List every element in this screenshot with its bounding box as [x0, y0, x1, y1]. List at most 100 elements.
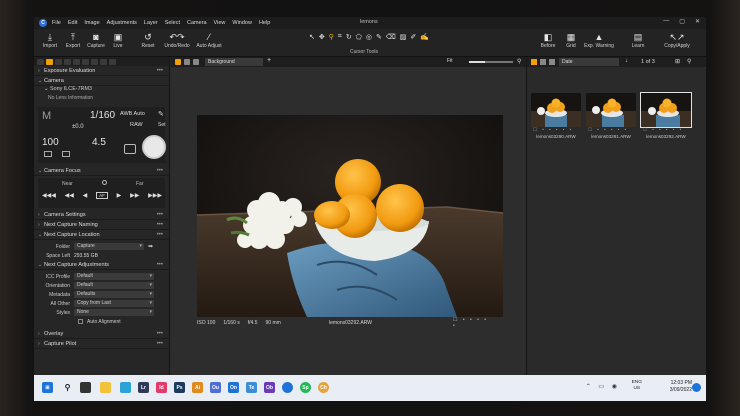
thumbnail-1-rating[interactable]: ☐ • • • • •	[529, 127, 583, 133]
menu-view[interactable]: View	[214, 20, 226, 26]
add-icon[interactable]: +	[267, 57, 271, 64]
folder-select[interactable]: Capture	[74, 243, 144, 250]
menu-camera[interactable]: Camera	[187, 20, 207, 26]
focus-far-large-icon[interactable]: ▶▶▶	[148, 192, 162, 199]
section-next-capture-naming[interactable]: › Next Capture Naming •••	[34, 220, 169, 230]
file-explorer-icon[interactable]	[100, 382, 111, 393]
all-other-select[interactable]: Copy from Last	[74, 300, 154, 307]
menu-edit[interactable]: Edit	[68, 20, 77, 26]
menu-file[interactable]: File	[52, 20, 61, 26]
focus-near-medium-icon[interactable]: ◀◀	[65, 192, 74, 199]
section-next-capture-location[interactable]: ⌄ Next Capture Location •••	[34, 230, 169, 240]
tool-tab-color[interactable]	[64, 58, 71, 65]
section-camera-focus[interactable]: ⌄ Camera Focus •••	[34, 166, 169, 176]
tool-tab-lens[interactable]	[55, 58, 62, 65]
shutter-speed[interactable]: 1/160	[90, 110, 115, 121]
focus-far-medium-icon[interactable]: ▶▶	[130, 192, 139, 199]
focus-far-small-icon[interactable]: ▶	[117, 192, 122, 199]
menu-help[interactable]: Help	[259, 20, 270, 26]
menu-select[interactable]: Select	[165, 20, 180, 26]
clock[interactable]: 12:03 PM 3/09/2022	[670, 380, 692, 394]
section-overlay[interactable]: › Overlay •••	[34, 329, 169, 339]
tool-tab-capture[interactable]	[46, 58, 53, 65]
zoom-icon[interactable]: ⚲	[517, 58, 521, 65]
eraser-tool-icon[interactable]: ⌫	[386, 33, 396, 43]
aperture-value[interactable]: 4.5	[92, 137, 106, 148]
taskbar-app-id[interactable]: Id	[156, 382, 167, 393]
learn-button[interactable]: ▤ Learn	[626, 31, 650, 49]
auto-alignment-checkbox[interactable]: Auto Alignment	[34, 317, 169, 326]
exposure-compensation[interactable]: ±0.0	[72, 124, 84, 130]
more-icon[interactable]: •••	[157, 331, 163, 337]
multi-view-icon[interactable]	[184, 59, 190, 65]
rating-dots[interactable]: ☐ • • • • •	[453, 317, 495, 329]
styles-select[interactable]: None	[74, 309, 154, 316]
thumbnail-3-rating[interactable]: ☐ • • • • •	[639, 127, 693, 133]
grid-button[interactable]: ▦ Grid	[559, 31, 583, 49]
more-icon[interactable]: •••	[157, 68, 163, 74]
shutter-capture-button[interactable]	[142, 135, 166, 159]
section-camera-settings[interactable]: › Camera Settings •••	[34, 210, 169, 220]
taskbar-app-te[interactable]: Te	[246, 382, 257, 393]
hand-tool-icon[interactable]: ✥	[319, 33, 325, 43]
section-capture-pilot[interactable]: › Capture Pilot •••	[34, 339, 169, 349]
menu-layer[interactable]: Layer	[144, 20, 158, 26]
taskbar-app-ai[interactable]: Ai	[192, 382, 203, 393]
start-icon[interactable]: ⊞	[42, 382, 53, 393]
tool-tab-library[interactable]	[37, 58, 44, 65]
search-icon[interactable]: ⚲	[62, 382, 73, 393]
edit-icon[interactable]: ✎	[158, 110, 164, 118]
arrow-right-icon[interactable]: ➡	[148, 243, 153, 250]
zoom-tool-icon[interactable]: ⚲	[329, 33, 334, 43]
more-icon[interactable]: •••	[157, 168, 163, 174]
brush-tool-icon[interactable]: ✎	[376, 33, 382, 43]
more-icon[interactable]: •••	[157, 222, 163, 228]
live-button[interactable]: ▣ Live	[106, 31, 130, 49]
minimize-icon[interactable]: —	[663, 18, 669, 25]
language-indicator[interactable]: ENG US	[632, 380, 642, 392]
more-icon[interactable]: •••	[157, 212, 163, 218]
taskbar-app-ch[interactable]: Ch	[318, 382, 329, 393]
compare-view-icon[interactable]	[193, 59, 199, 65]
tool-tab-details[interactable]	[82, 58, 89, 65]
list-view-icon[interactable]	[540, 59, 546, 65]
gradient-tool-icon[interactable]: ▨	[400, 33, 407, 43]
tool-tab-local[interactable]	[91, 58, 98, 65]
menu-image[interactable]: Image	[84, 20, 99, 26]
fit-label[interactable]: Fit	[447, 58, 453, 64]
taskbar-app-on[interactable]: On	[228, 382, 239, 393]
picker-tool-icon[interactable]: ✐	[410, 33, 416, 43]
sort-direction-icon[interactable]: ↓	[625, 58, 628, 64]
taskbar-app-ou[interactable]: Ou	[210, 382, 221, 393]
more-icon[interactable]: •••	[157, 341, 163, 347]
white-balance[interactable]: AWB Auto	[120, 111, 145, 117]
focus-near-small-icon[interactable]: ◀	[83, 192, 88, 199]
sort-select[interactable]: Date	[559, 58, 619, 66]
copy-apply-button[interactable]: ↖↗ Copy/Apply	[660, 31, 694, 49]
annotate-tool-icon[interactable]: ✍	[420, 33, 429, 43]
import-button[interactable]: ⤓ Import	[38, 31, 62, 49]
zoom-slider[interactable]	[469, 61, 513, 63]
notification-icon[interactable]	[692, 383, 701, 392]
orientation-select[interactable]: Default	[74, 282, 154, 289]
detail-view-icon[interactable]	[549, 59, 555, 65]
thumbnail-3-selected[interactable]	[640, 92, 692, 128]
before-button[interactable]: ◧ Before	[536, 31, 560, 49]
crop-tool-icon[interactable]: ⌗	[338, 33, 342, 43]
iso-value[interactable]: 100	[42, 137, 59, 148]
icc-profile-select[interactable]: Default	[74, 273, 154, 280]
set-button[interactable]: Set	[158, 122, 166, 128]
single-view-icon[interactable]	[175, 59, 181, 65]
maximize-icon[interactable]: ▢	[679, 18, 685, 25]
autofocus-button[interactable]: AF	[96, 192, 108, 199]
capture-button[interactable]: ◙ Capture	[84, 31, 108, 49]
keystone-tool-icon[interactable]: ⬠	[356, 33, 362, 43]
tool-tab-exposure[interactable]	[73, 58, 80, 65]
exp-warning-button[interactable]: ▲ Exp. Warning	[584, 31, 614, 49]
camera-mode[interactable]: M	[42, 110, 51, 122]
rotate-tool-icon[interactable]: ↻	[346, 33, 352, 43]
more-icon[interactable]: •••	[157, 262, 163, 268]
focus-near-large-icon[interactable]: ◀◀◀	[42, 192, 56, 199]
thumbnail-2-rating[interactable]: ☐ • • • • •	[584, 127, 638, 133]
metadata-select[interactable]: Defaults	[74, 291, 154, 298]
